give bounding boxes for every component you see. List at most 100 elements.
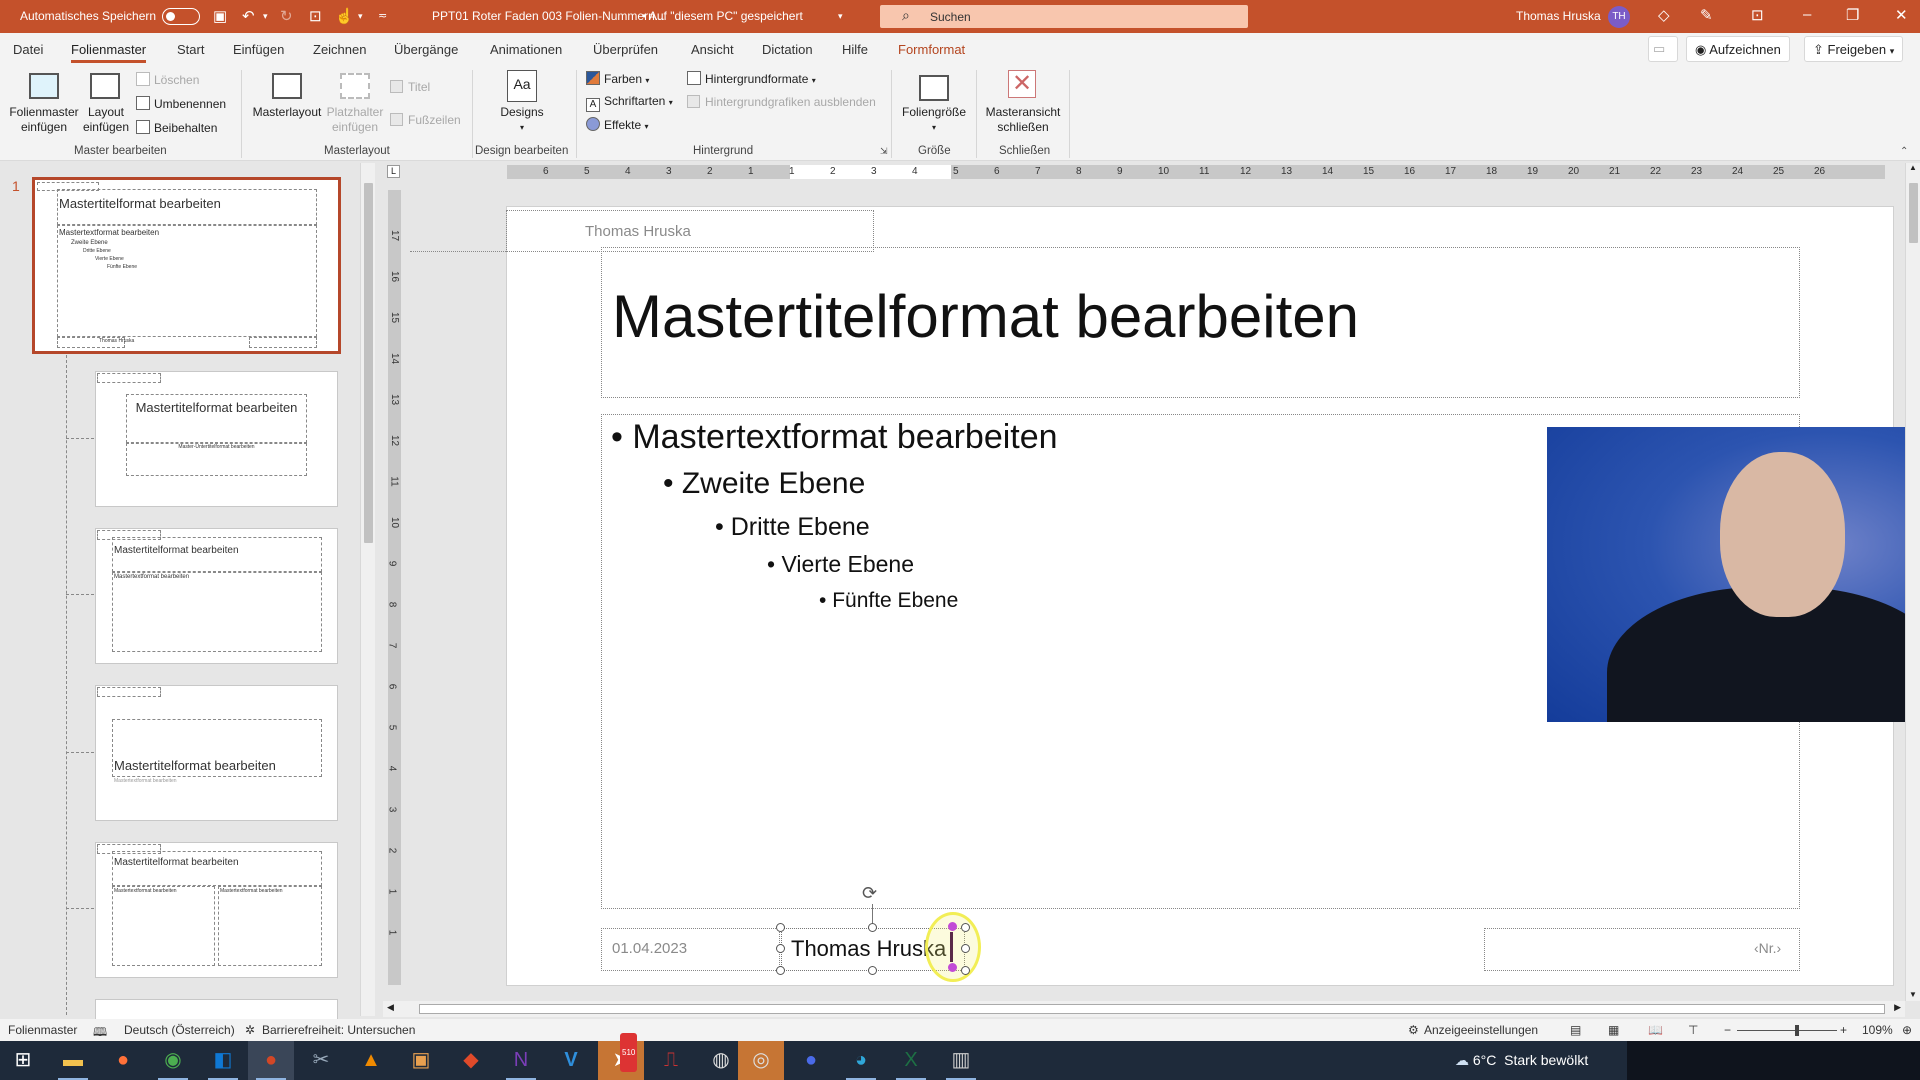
close-icon[interactable]: ✕ (1895, 6, 1908, 24)
insert-slide-master-icon[interactable] (29, 73, 59, 99)
footer-text[interactable]: Thomas Hruska (791, 936, 946, 962)
horizontal-ruler[interactable]: 6 5 4 3 2 1 1 2 3 4 5 6 7 8 9 10 11 12 13 14 15 16 17 18 19 20 21 2… (507, 165, 1885, 179)
chevron-down-icon[interactable]: ▾ (838, 11, 843, 22)
close-master-icon[interactable]: ✕ (1008, 70, 1036, 98)
accessibility-icon[interactable]: ✲ (245, 1023, 255, 1037)
vertical-ruler[interactable]: 17 16 15 14 13 12 11 10 9 8 7 6 5 4 3 2 1 1 (386, 190, 401, 985)
display-settings-icon[interactable]: ⚙ (1408, 1023, 1419, 1037)
snipping-tool-icon[interactable]: ✂ (298, 1041, 344, 1080)
tab-ueberpruefen[interactable]: Überprüfen (593, 42, 658, 57)
insert-placeholder-button[interactable]: Platzhalter einfügen (325, 105, 385, 135)
vlc-icon[interactable]: ▲ (348, 1041, 394, 1080)
placeholder-icon[interactable] (340, 73, 370, 99)
fit-to-window-icon[interactable]: ⊕ (1902, 1023, 1912, 1037)
resize-handle[interactable] (868, 923, 877, 932)
insert-slide-master-button[interactable]: Folienmaster einfügen (8, 105, 80, 135)
tab-zeichnen[interactable]: Zeichnen (313, 42, 366, 57)
start-icon[interactable]: ⊞ (0, 1041, 46, 1080)
scroll-left-icon[interactable]: ◀ (387, 1002, 394, 1013)
pen-icon[interactable]: ✎ (1700, 6, 1713, 24)
diamond-icon[interactable]: ◇ (1658, 6, 1670, 24)
layout-thumbnail[interactable] (95, 999, 338, 1019)
effects-button[interactable]: Effekte ▾ (586, 117, 649, 134)
preserve-button[interactable]: Beibehalten (136, 120, 217, 136)
restore-icon[interactable]: ❐ (1846, 6, 1859, 24)
rotate-handle-icon[interactable]: ⟳ (862, 883, 877, 904)
firefox-icon[interactable]: ● (100, 1041, 146, 1080)
close-master-view-button[interactable]: Masteransicht schließen (982, 105, 1064, 135)
page-number-placeholder[interactable] (1484, 928, 1800, 971)
slide-size-button[interactable]: Foliengröße ▾ (898, 105, 970, 135)
delete-button[interactable]: Löschen (136, 72, 199, 88)
background-styles-button[interactable]: Hintergrundformate ▾ (687, 71, 816, 88)
minimize-icon[interactable]: – (1803, 6, 1811, 23)
undo-dropdown-icon[interactable]: ▾ (263, 11, 268, 22)
tab-dictation[interactable]: Dictation (762, 42, 813, 57)
outlook-icon[interactable]: ◧ (200, 1041, 246, 1080)
tab-formformat[interactable]: Formformat (898, 42, 965, 57)
file-explorer-icon[interactable]: ▬ (50, 1041, 96, 1080)
insert-layout-icon[interactable] (90, 73, 120, 99)
tab-start[interactable]: Start (177, 42, 204, 57)
layout-thumbnail[interactable]: Mastertitelformat bearbeiten Mastertextf… (95, 842, 338, 978)
lips-app-icon[interactable]: ◆ (448, 1041, 494, 1080)
normal-view-icon[interactable]: ▤ (1570, 1023, 1581, 1037)
selection-handle[interactable] (948, 922, 957, 931)
telegram-icon[interactable]: ➤510 (598, 1033, 644, 1080)
collapse-ribbon-icon[interactable]: ⌃ (1900, 146, 1908, 157)
masterlayout-icon[interactable] (272, 73, 302, 99)
slide-size-icon[interactable] (919, 75, 949, 101)
scroll-up-icon[interactable]: ▲ (1906, 163, 1920, 172)
visio-icon[interactable]: V (548, 1041, 594, 1080)
insert-layout-button[interactable]: Layout einfügen (80, 105, 132, 135)
zoom-level[interactable]: 109% (1862, 1023, 1893, 1037)
presentation-icon[interactable]: ⊡ (309, 7, 322, 25)
thumbnail-scrollbar[interactable] (360, 163, 375, 1016)
touch-dropdown-icon[interactable]: ▾ (358, 11, 363, 22)
slideshow-icon[interactable]: ⊤ (1688, 1023, 1698, 1037)
autosave-toggle[interactable] (162, 8, 200, 25)
scrollbar-thumb[interactable] (419, 1004, 1885, 1014)
comments-button[interactable]: ▭ (1648, 36, 1678, 62)
tab-datei[interactable]: Datei (13, 42, 43, 57)
tab-animationen[interactable]: Animationen (490, 42, 562, 57)
scroll-down-icon[interactable]: ▼ (1909, 990, 1917, 999)
designs-icon[interactable]: Aa (507, 70, 537, 102)
masterlayout-button[interactable]: Masterlayout (251, 105, 323, 120)
customize-quick-access-icon[interactable]: ≂ (378, 9, 387, 22)
excel-icon[interactable]: X (888, 1041, 934, 1080)
tab-selector[interactable]: L (387, 165, 400, 178)
resize-handle[interactable] (776, 966, 785, 975)
hide-background-checkbox[interactable]: Hintergrundgrafiken ausblenden (687, 95, 876, 110)
search-input[interactable]: ⌕ Suchen (880, 5, 1248, 28)
resize-handle[interactable] (776, 923, 785, 932)
record-button[interactable]: ◉ Aufzeichnen (1686, 36, 1790, 62)
resize-handle[interactable] (961, 966, 970, 975)
resize-handle[interactable] (868, 966, 877, 975)
share-button[interactable]: ⇪ Freigeben ▾ (1804, 36, 1904, 62)
blue-yeti-icon[interactable]: ● (788, 1041, 834, 1080)
dialog-launcher-icon[interactable]: ⇲ (880, 146, 888, 157)
edge-icon[interactable]: ◕ (838, 1041, 884, 1080)
slide-sorter-icon[interactable]: ▦ (1608, 1023, 1619, 1037)
ribbon-display-icon[interactable]: ⊡ (1751, 6, 1764, 24)
recorder-icon[interactable]: ◎ (738, 1041, 784, 1080)
scroll-right-icon[interactable]: ▶ (1894, 1002, 1901, 1013)
remote-app-icon[interactable]: ▥ (938, 1041, 984, 1080)
layout-thumbnail[interactable]: Mastertitelformat bearbeiten Mastertextf… (95, 528, 338, 664)
title-checkbox[interactable]: Titel (390, 80, 430, 95)
undo-icon[interactable]: ↶ (242, 7, 255, 25)
resize-handle[interactable] (961, 944, 970, 953)
zoom-out-icon[interactable]: − (1724, 1023, 1731, 1037)
scrollbar-thumb[interactable] (1909, 183, 1918, 243)
document-title[interactable]: PPT01 Roter Faden 003 Folien-Nummern... (432, 9, 665, 23)
chrome-icon[interactable]: ◉ (150, 1041, 196, 1080)
scrollbar-thumb[interactable] (364, 183, 373, 543)
rename-button[interactable]: Umbenennen (136, 96, 226, 112)
designs-button[interactable]: Designs ▾ (492, 105, 552, 135)
user-name[interactable]: Thomas Hruska (1516, 9, 1601, 23)
layout-thumbnail[interactable]: Mastertitelformat bearbeiten Master-Unte… (95, 371, 338, 507)
weather-widget[interactable]: ☁ 6°C Stark bewölkt (1455, 1052, 1588, 1069)
resize-handle[interactable] (961, 923, 970, 932)
editor-horizontal-scrollbar[interactable]: ◀ ▶ (383, 1001, 1905, 1017)
